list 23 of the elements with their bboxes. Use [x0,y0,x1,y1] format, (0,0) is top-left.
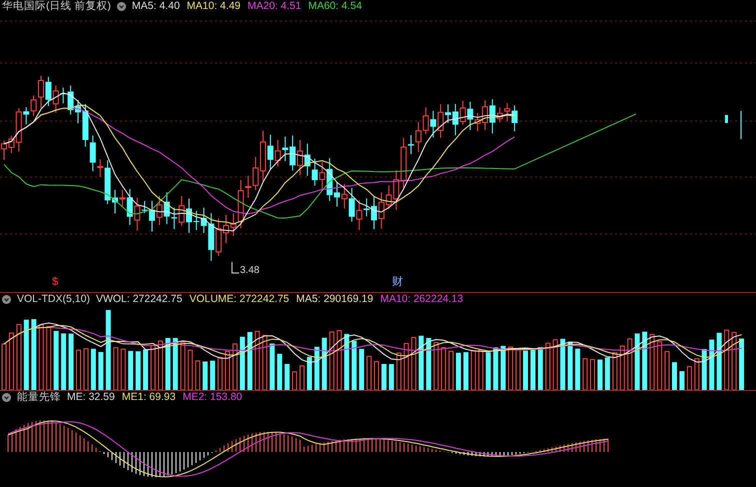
panel-title: 能量先锋 [17,391,61,404]
dropdown-icon[interactable] [116,2,126,11]
indicator-value: MA5: 290169.19 [296,292,374,306]
indicator-value: VOLUME: 272242.75 [189,292,290,306]
indicator-value: MA10: 262224.13 [380,292,464,306]
panel-title: 华电国际(日线 前复权) [2,0,111,13]
dropdown-icon[interactable] [2,393,11,402]
indicator-value: MA5: 4.40 [132,0,180,13]
indicator-value: ME2: 153.80 [182,391,242,404]
panel-title: VOL-TDX(5,10) [17,292,90,306]
indicator-value: ME: 32.59 [67,391,115,404]
leader-line [231,262,239,276]
indicator-value: ME1: 69.93 [122,391,176,404]
indicator-value: MA10: 4.49 [186,0,240,13]
indicator-value: MA20: 4.51 [248,0,302,13]
candlestick [725,115,728,123]
dropdown-icon[interactable] [2,294,11,304]
low-price-label: 3.48 [240,265,260,276]
indicator-value: VWOL: 272242.75 [96,292,182,306]
event-marker[interactable]: $ [52,276,58,289]
event-marker[interactable]: 财 [392,276,403,289]
indicator-value: MA60: 4.54 [308,0,362,13]
candlestick [740,110,742,140]
